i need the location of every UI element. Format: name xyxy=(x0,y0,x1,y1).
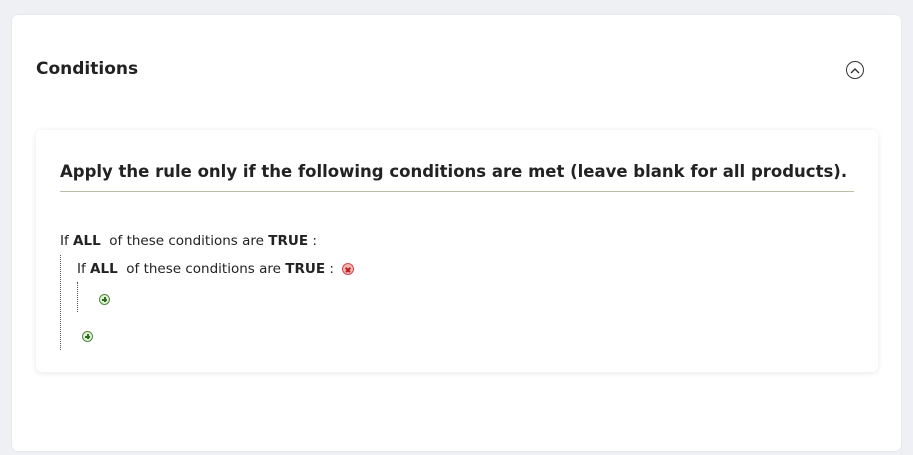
add-condition-icon[interactable] xyxy=(99,294,110,305)
inner-value-select[interactable]: TRUE xyxy=(285,261,325,277)
outer-children-guide xyxy=(60,255,61,350)
inner-aggregator-select[interactable]: ALL xyxy=(90,261,118,277)
inner-middle-text: of these conditions are xyxy=(126,261,281,277)
outer-condition-line: If ALL of these conditions are TRUE : xyxy=(60,233,317,249)
outer-middle-text: of these conditions are xyxy=(109,233,264,249)
conditions-panel: Conditions Apply the rule only if the fo… xyxy=(12,15,901,451)
inner-suffix: : xyxy=(329,261,334,277)
rule-card: Apply the rule only if the following con… xyxy=(36,130,878,372)
inner-prefix: If xyxy=(77,261,86,277)
outer-aggregator-select[interactable]: ALL xyxy=(73,233,101,249)
inner-children-guide xyxy=(77,282,78,312)
rule-heading: Apply the rule only if the following con… xyxy=(60,162,854,192)
panel-title: Conditions xyxy=(36,59,139,79)
outer-prefix: If xyxy=(60,233,69,249)
chevron-up-icon xyxy=(850,67,860,73)
outer-value-select[interactable]: TRUE xyxy=(268,233,308,249)
inner-condition-line: If ALL of these conditions are TRUE : xyxy=(77,261,355,277)
remove-condition-icon[interactable] xyxy=(342,263,355,275)
outer-suffix: : xyxy=(312,233,317,249)
add-condition-icon[interactable] xyxy=(82,331,93,342)
collapse-button[interactable] xyxy=(846,61,864,79)
